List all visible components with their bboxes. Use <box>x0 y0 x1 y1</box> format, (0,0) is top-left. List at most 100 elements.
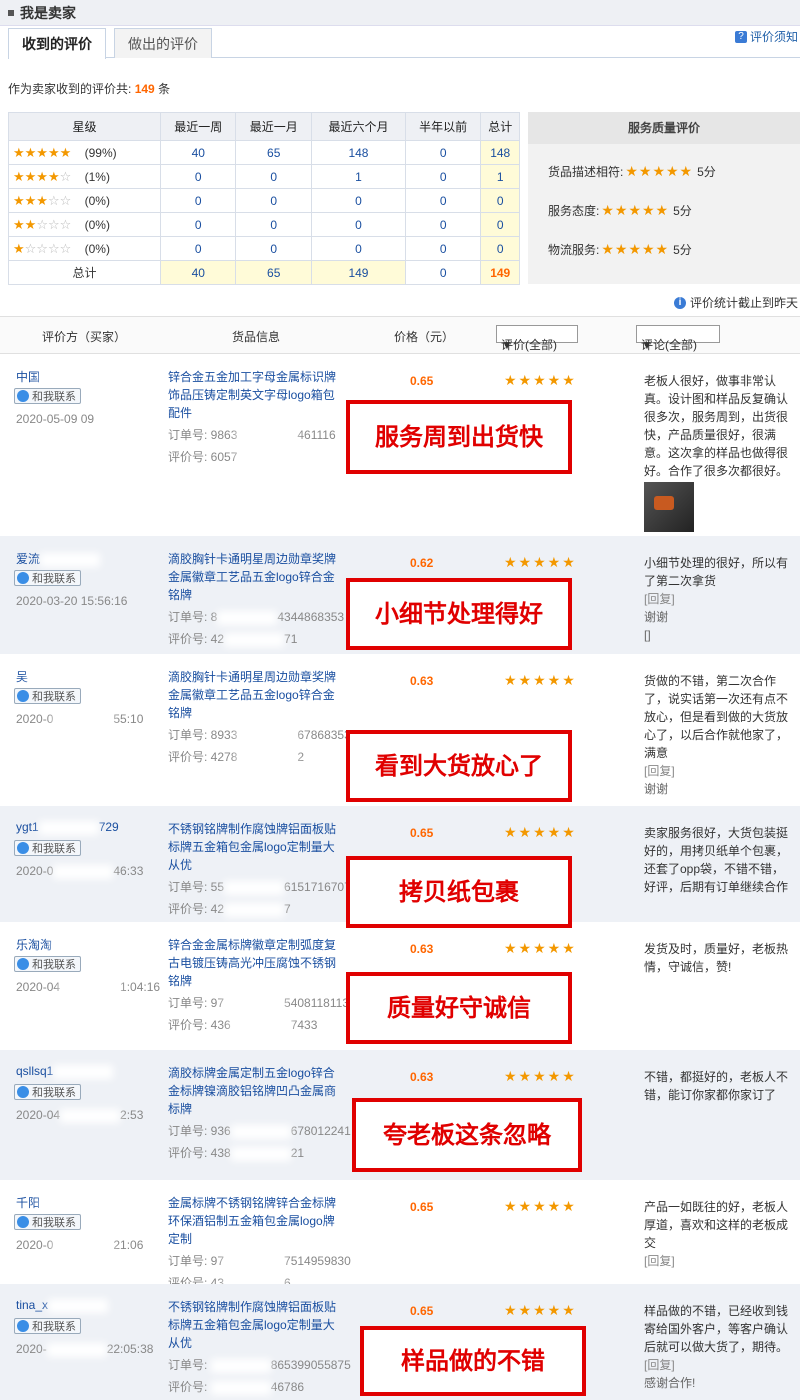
star-rating-icon: ★★★★★ <box>504 940 577 956</box>
stat-cell-total[interactable]: 0 <box>480 212 520 237</box>
review-number-b: 71 <box>284 632 298 646</box>
stat-cell-month[interactable]: 0 <box>235 212 312 237</box>
stat-cell-before[interactable]: 0 <box>404 212 482 237</box>
reviewer-name[interactable]: 吴 <box>16 668 89 685</box>
review-no-label: 评价号: <box>168 450 208 464</box>
redaction <box>53 1064 114 1079</box>
reviewer-name[interactable]: qsllsq1 <box>16 1064 114 1079</box>
review-notice-link[interactable]: ? 评价须知 <box>734 28 798 45</box>
contact-me-button[interactable]: 和我联系 <box>14 956 81 972</box>
price: 0.65 <box>410 1304 434 1318</box>
review-number: 评价号: 4278 2 <box>168 748 304 765</box>
comment-filter-select[interactable]: 评论(全部) ▼ <box>636 325 720 352</box>
reviewer-name[interactable]: 乐淘淘 <box>16 936 113 953</box>
tab-given-reviews[interactable]: 做出的评价 <box>114 28 212 58</box>
total-cell-six[interactable]: 149 <box>310 260 406 285</box>
reply-extra: [] <box>644 628 651 642</box>
total-cell-month[interactable]: 65 <box>235 260 312 285</box>
product-link[interactable]: 滴胶胸针卡通明星周边勋章奖牌金属徽章工艺品五金logo锌合金铭牌 <box>168 668 340 722</box>
contact-me-button[interactable]: 和我联系 <box>14 688 81 704</box>
rating-filter-select[interactable]: 评价(全部) ▼ <box>496 325 578 352</box>
product-link[interactable]: 金属标牌不锈钢铭牌锌合金标牌环保酒铝制五金箱包金属logo牌定制 <box>168 1194 340 1248</box>
reviewer-name[interactable]: 千阳 <box>16 1194 101 1211</box>
star-rating-icon: ★★★★★ <box>601 202 670 218</box>
contact-me-button[interactable]: 和我联系 <box>14 1084 81 1100</box>
review-date: 2020-0 46:33 <box>16 864 143 879</box>
stat-cell-six[interactable]: 1 <box>310 164 406 189</box>
review-no-label: 评价号: <box>168 750 208 764</box>
order-number: 订单号: 8 4344868353 <box>168 608 344 625</box>
dropdown-arrow-icon: ▼ <box>641 338 653 352</box>
review-comment: 样品做的不错，已经收到钱寄给国外客户，等客户确认后就可以做大货了，期待。 [回复]… <box>644 1302 794 1392</box>
reviewer-name-suffix: 729 <box>98 820 119 834</box>
stat-cell-week[interactable]: 0 <box>159 212 237 237</box>
reviewer-name[interactable]: 中国 <box>16 368 101 385</box>
review-comment: 产品一如既往的好，老板人厚道，喜欢和这样的老板成交 [回复] <box>644 1198 794 1270</box>
total-cell-week[interactable]: 40 <box>159 260 237 285</box>
redaction <box>237 450 298 465</box>
reply-link[interactable]: [回复] <box>644 590 794 608</box>
star-filled-icon: ★★★★★ <box>13 144 72 160</box>
stat-cell-month[interactable]: 65 <box>235 140 312 165</box>
review-list-header: 评价方（买家） 货品信息 价格（元） 评价(全部) ▼ 评论(全部) ▼ <box>0 316 800 354</box>
stat-cell-before[interactable]: 0 <box>404 140 482 165</box>
redaction <box>60 1108 121 1123</box>
stat-cell-week[interactable]: 0 <box>159 188 237 213</box>
review-photo-thumbnail[interactable] <box>644 482 694 532</box>
contact-me-button[interactable]: 和我联系 <box>14 1318 81 1334</box>
review-date-suffix: 1:04:16 <box>120 980 161 994</box>
comment-text: 货做的不错，第二次合作了，说实话第一次还有点不放心，但是看到做的大货放心了，以后… <box>644 674 789 760</box>
product-link[interactable]: 滴胶标牌金属定制五金logo锌合金标牌镍滴胶铝铭牌凹凸金属商标牌 <box>168 1064 340 1118</box>
stat-cell-before[interactable]: 0 <box>404 236 482 261</box>
total-cell-total[interactable]: 149 <box>480 260 520 285</box>
total-cell-before[interactable]: 0 <box>404 260 482 285</box>
service-quality-panel: 服务质量评价 货品描述相符: ★★★★★ 5分 服务态度: ★★★★★ 5分 物… <box>528 112 800 284</box>
review-date: 2020-0 55:10 <box>16 712 143 727</box>
product-link[interactable]: 滴胶胸针卡通明星周边勋章奖牌金属徽章工艺品五金logo锌合金铭牌 <box>168 550 340 604</box>
stat-cell-before[interactable]: 0 <box>404 164 482 189</box>
annotation-banner: 拷贝纸包裹 <box>346 856 572 928</box>
tab-received-reviews[interactable]: 收到的评价 <box>8 28 106 59</box>
redaction <box>230 1124 291 1139</box>
contact-me-button[interactable]: 和我联系 <box>14 570 81 586</box>
reply-link[interactable]: [回复] <box>644 1356 794 1374</box>
contact-me-button[interactable]: 和我联系 <box>14 840 81 856</box>
review-no-label: 评价号: <box>168 902 208 916</box>
stat-cell-week[interactable]: 40 <box>159 140 237 165</box>
review-date-text: 2020-0 <box>16 1238 54 1252</box>
stat-cell-month[interactable]: 0 <box>235 188 312 213</box>
contact-me-button[interactable]: 和我联系 <box>14 388 81 404</box>
stat-cell-month[interactable]: 0 <box>235 236 312 261</box>
stat-cell-total[interactable]: 1 <box>480 164 520 189</box>
stars-cell: ★☆☆☆☆ (0%) <box>8 236 161 261</box>
reviewer-name[interactable]: ygt1 729 <box>16 820 119 835</box>
product-link[interactable]: 不锈钢铭牌制作腐蚀牌铝面板贴标牌五金箱包金属logo定制量大从优 <box>168 1298 340 1352</box>
stat-cell-six[interactable]: 148 <box>310 140 406 165</box>
redaction <box>46 1342 107 1357</box>
stat-cell-month[interactable]: 0 <box>235 164 312 189</box>
reply-link[interactable]: [回复] <box>644 762 794 780</box>
star-rating-icon: ★★★★★ <box>504 824 577 840</box>
product-link[interactable]: 不锈钢铭牌制作腐蚀牌铝面板贴标牌五金箱包金属logo定制量大从优 <box>168 820 340 874</box>
seller-reply: 谢谢 <box>644 782 669 796</box>
product-link[interactable]: 锌合金五金加工字母金属标识牌饰品压铸定制英文字母logo箱包配件 <box>168 368 340 422</box>
stats-row: ★★★☆☆ (0%) 0 0 0 0 0 <box>8 188 520 213</box>
stat-cell-six[interactable]: 0 <box>310 236 406 261</box>
stat-cell-total[interactable]: 0 <box>480 188 520 213</box>
stat-cell-total[interactable]: 148 <box>480 140 520 165</box>
annotation-banner: 服务周到出货快 <box>346 400 572 474</box>
redaction <box>60 980 121 995</box>
stat-cell-six[interactable]: 0 <box>310 188 406 213</box>
contact-me-button[interactable]: 和我联系 <box>14 1214 81 1230</box>
order-label: 订单号: <box>168 1254 208 1268</box>
stat-cell-week[interactable]: 0 <box>159 164 237 189</box>
reviewer-name[interactable]: 爱流 <box>16 550 101 567</box>
stat-cell-week[interactable]: 0 <box>159 236 237 261</box>
stat-cell-total[interactable]: 0 <box>480 236 520 261</box>
product-link[interactable]: 锌合金金属标牌徽章定制弧度复古电镀压铸高光冲压腐蚀不锈钢铭牌 <box>168 936 340 990</box>
stat-cell-before[interactable]: 0 <box>404 188 482 213</box>
review-number: 评价号: 438 21 <box>168 1144 304 1161</box>
stat-cell-six[interactable]: 0 <box>310 212 406 237</box>
reply-link[interactable]: [回复] <box>644 1252 794 1270</box>
reviewer-name[interactable]: tina_x <box>16 1298 109 1313</box>
